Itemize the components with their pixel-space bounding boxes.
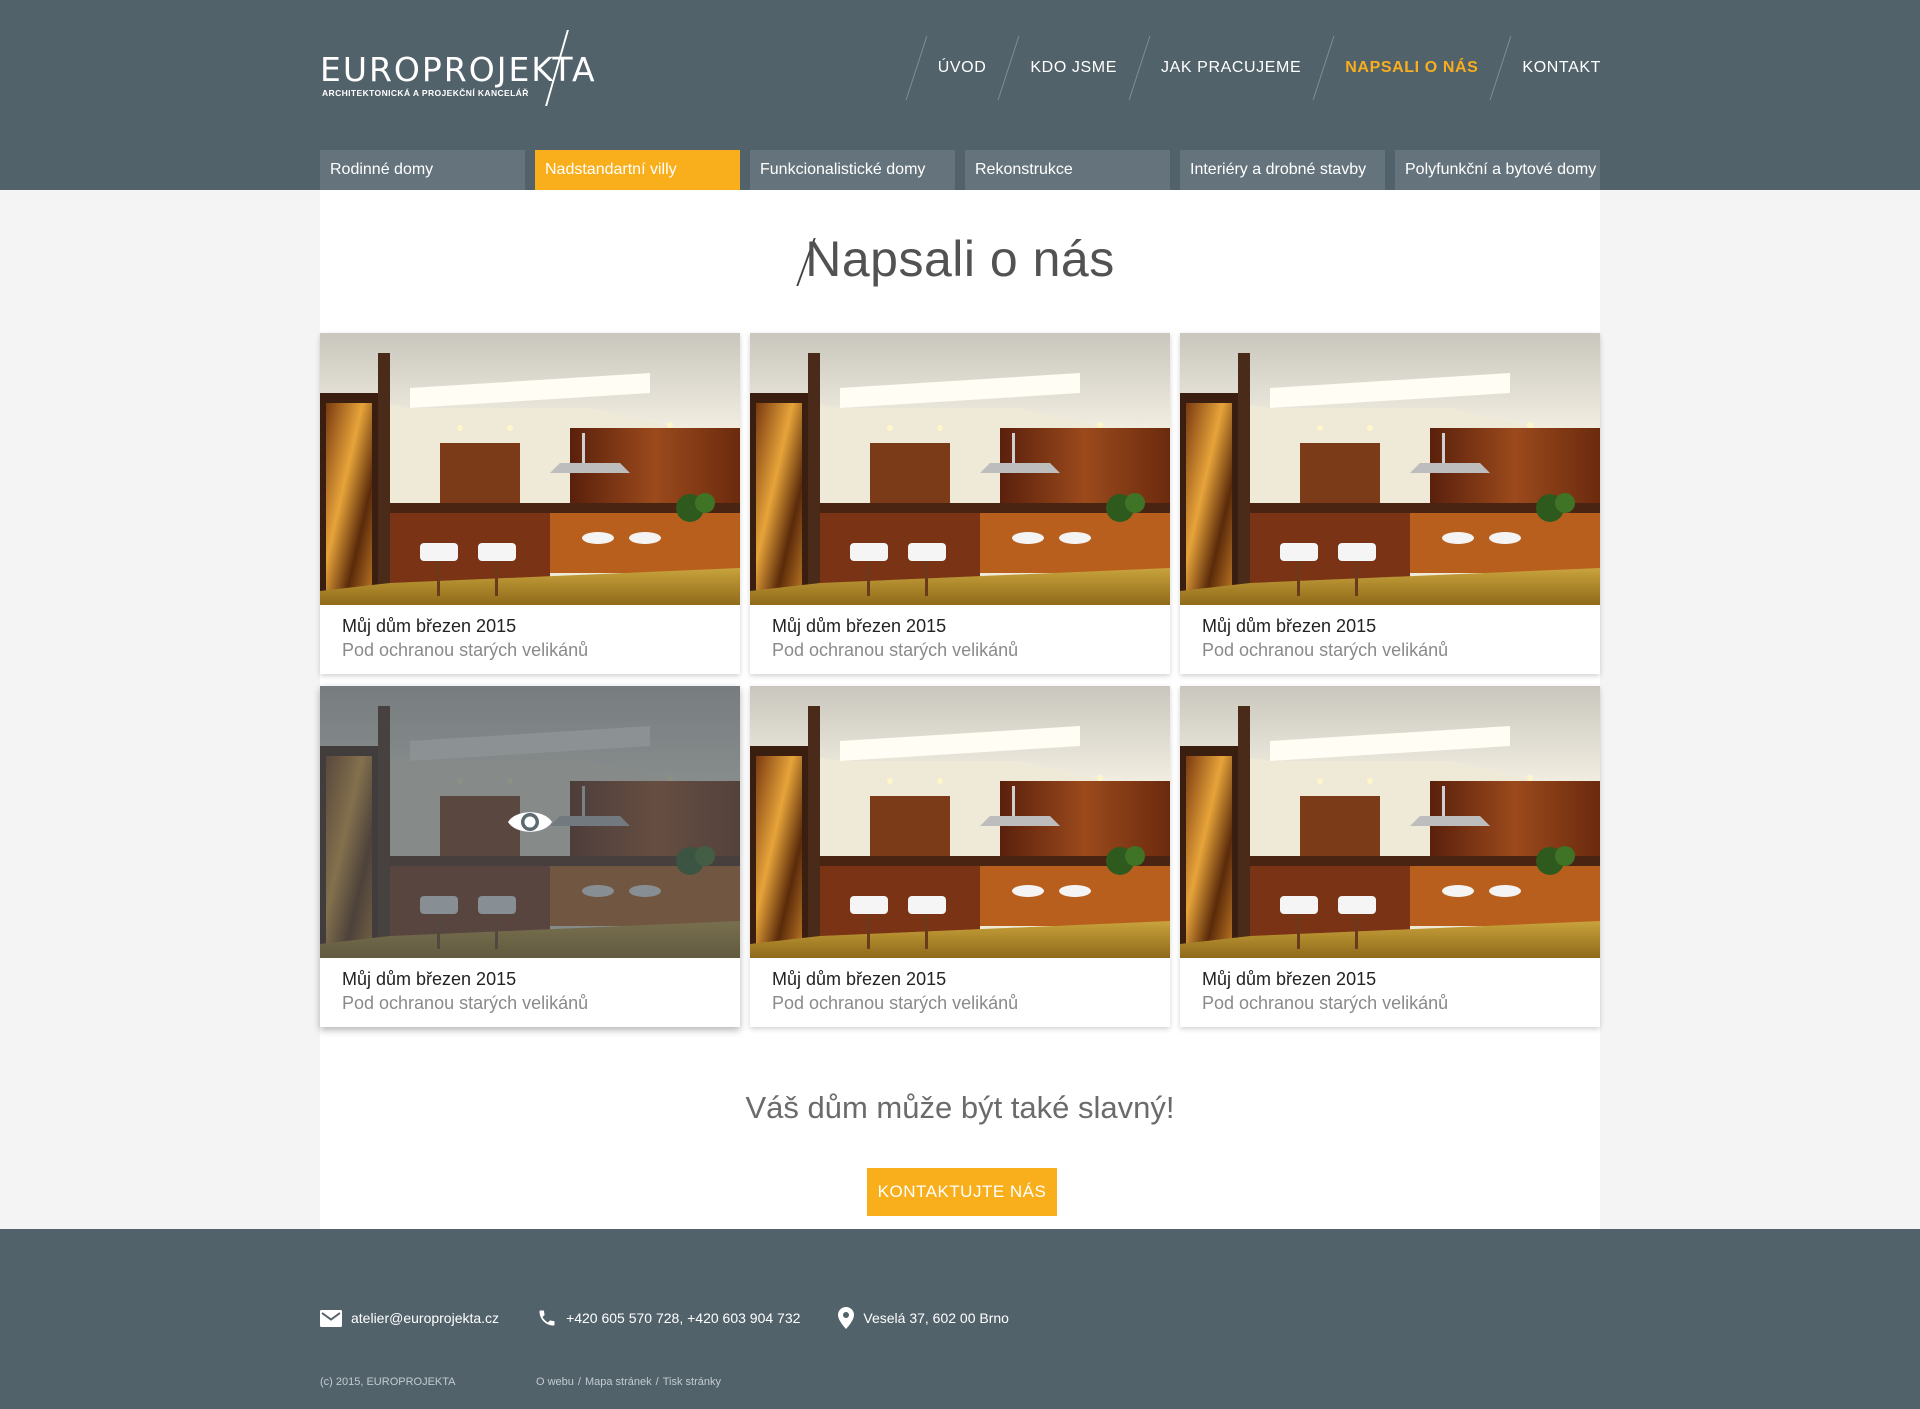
article-card[interactable]: Můj dům březen 2015 Pod ochranou starých… [1180, 333, 1600, 674]
cta-text: Váš dům může být také slavný! [745, 1090, 1175, 1125]
article-subtitle: Pod ochranou starých velikánů [1202, 993, 1449, 1013]
footer-contacts: atelier@europrojekta.cz +420 605 570 728… [320, 1306, 1047, 1330]
nav-item-kdo-jsme[interactable]: KDO JSME [1000, 30, 1131, 106]
tab-rekonstrukce[interactable]: Rekonstrukce [965, 150, 1170, 190]
article-title: Můj dům březen 2015 [772, 969, 947, 989]
address-text: Veselá 37, 602 00 Brno [863, 1310, 1009, 1326]
article-card[interactable]: Můj dům březen 2015 Pod ochranou starých… [1180, 686, 1600, 1027]
article-subtitle: Pod ochranou starých velikánů [772, 640, 1019, 660]
article-card[interactable]: Můj dům březen 2015 Pod ochranou starých… [320, 333, 740, 674]
nav-item-jak-pracujeme[interactable]: JAK PRACUJEME [1131, 30, 1315, 106]
article-image[interactable] [1180, 686, 1600, 958]
article-title: Můj dům březen 2015 [1202, 616, 1377, 636]
article-image[interactable] [1180, 333, 1600, 605]
logo-tagline: ARCHITEKTONICKÁ A PROJEKČNÍ KANCELÁŘ [322, 88, 529, 98]
article-image[interactable] [320, 686, 740, 958]
tab-polyfunkcni-domy[interactable]: Polyfunkční a bytové domy [1395, 150, 1600, 190]
tab-rodinne-domy[interactable]: Rodinné domy [320, 150, 525, 190]
link-separator: / [655, 1376, 659, 1388]
article-image[interactable] [750, 333, 1170, 605]
tab-nadstandartni-villy[interactable]: Nadstandartní villy [535, 150, 740, 190]
article-title: Můj dům březen 2015 [342, 969, 517, 989]
location-pin-icon [838, 1307, 855, 1329]
article-subtitle: Pod ochranou starých velikánů [772, 993, 1019, 1013]
article-subtitle: Pod ochranou starých velikánů [1202, 640, 1449, 660]
article-subtitle: Pod ochranou starých velikánů [342, 640, 589, 660]
article-title: Můj dům březen 2015 [1202, 969, 1377, 989]
logo[interactable]: EUROPROJEKTA ARCHITEKTONICKÁ A PROJEKČNÍ… [320, 30, 595, 106]
nav-item-kontakt[interactable]: KONTAKT [1492, 30, 1601, 106]
article-card-hovered[interactable]: Můj dům březen 2015 Pod ochranou starých… [320, 686, 740, 1027]
phone-icon [539, 1310, 555, 1326]
tab-interiery[interactable]: Interiéry a drobné stavby [1180, 150, 1385, 190]
article-title: Můj dům březen 2015 [772, 616, 947, 636]
article-card[interactable]: Můj dům březen 2015 Pod ochranou starých… [750, 686, 1170, 1027]
email-text[interactable]: atelier@europrojekta.cz [351, 1310, 499, 1326]
footer-address[interactable]: Veselá 37, 602 00 Brno [838, 1307, 1009, 1329]
copyright: (c) 2015, EUROPROJEKTA [320, 1376, 456, 1388]
site-header: EUROPROJEKTA ARCHITEKTONICKÁ A PROJEKČNÍ… [0, 0, 1920, 190]
article-subtitle: Pod ochranou starých velikánů [342, 993, 589, 1013]
article-card[interactable]: Můj dům březen 2015 Pod ochranou starých… [750, 333, 1170, 674]
footer-link-mapa-stranek[interactable]: Mapa stránek [585, 1376, 652, 1388]
eye-icon [508, 812, 552, 832]
main-content: Napsali o nás Můj dům březen 2015 Pod oc… [320, 190, 1600, 1280]
footer-links: O webu / Mapa stránek / Tisk stránky [536, 1376, 721, 1388]
site-footer: atelier@europrojekta.cz +420 605 570 728… [0, 1229, 1920, 1409]
footer-phone[interactable]: +420 605 570 728, +420 603 904 732 [537, 1308, 800, 1328]
article-title: Můj dům březen 2015 [342, 616, 517, 636]
tab-funkcionalisticke-domy[interactable]: Funkcionalistické domy [750, 150, 955, 190]
main-nav: ÚVOD KDO JSME JAK PRACUJEME NAPSALI O NÁ… [908, 30, 1601, 106]
contact-us-button[interactable]: KONTAKTUJTE NÁS [867, 1168, 1057, 1216]
hover-overlay[interactable] [320, 686, 740, 958]
footer-email[interactable]: atelier@europrojekta.cz [320, 1309, 499, 1327]
footer-link-tisk-stranky[interactable]: Tisk stránky [663, 1376, 721, 1388]
nav-item-napsali-o-nas[interactable]: NAPSALI O NÁS [1315, 30, 1492, 106]
article-grid: Můj dům březen 2015 Pod ochranou starých… [320, 333, 1600, 1027]
mail-icon [320, 1309, 342, 1327]
nav-item-uvod[interactable]: ÚVOD [908, 30, 1001, 106]
link-separator: / [577, 1376, 581, 1388]
page-title: Napsali o nás [805, 231, 1115, 287]
category-tabs: Rodinné domy Nadstandartní villy Funkcio… [320, 150, 1600, 190]
phone-text[interactable]: +420 605 570 728, +420 603 904 732 [566, 1310, 800, 1326]
article-image[interactable] [750, 686, 1170, 958]
article-image[interactable] [320, 333, 740, 605]
footer-link-o-webu[interactable]: O webu [536, 1376, 574, 1388]
